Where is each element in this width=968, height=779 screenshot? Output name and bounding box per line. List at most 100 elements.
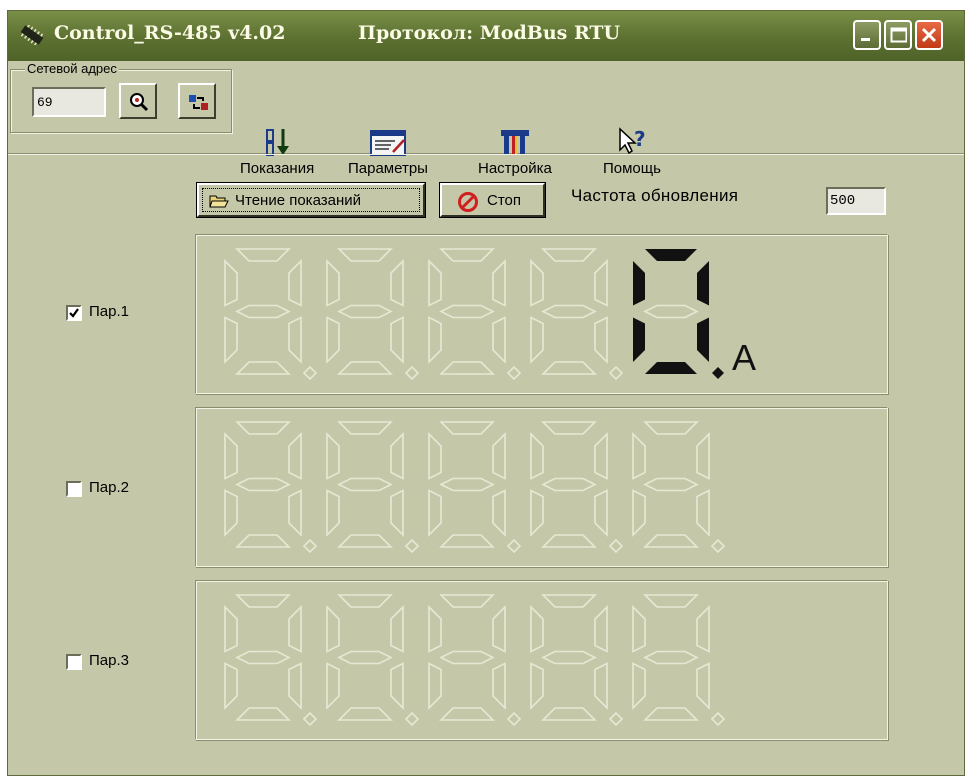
segment-e	[326, 316, 340, 364]
param-2-label: Пар.2	[89, 479, 129, 496]
segment-g	[541, 650, 597, 665]
connect-button[interactable]	[178, 83, 216, 119]
magnifier-icon	[130, 93, 149, 112]
param-1-label: Пар.1	[89, 303, 129, 320]
segment-e	[224, 489, 238, 537]
segment-f	[530, 432, 544, 480]
param-3-checkbox[interactable]	[66, 654, 82, 670]
settings-tools-icon	[500, 130, 529, 155]
app-window: Control_RS-485 v4.02 Протокол: ModBus RT…	[7, 10, 965, 776]
segment-c	[697, 317, 709, 362]
segment-b	[390, 605, 404, 653]
segment-f	[224, 605, 238, 653]
segment-e	[530, 316, 544, 364]
segment-c	[492, 489, 506, 537]
param-3-label: Пар.3	[89, 652, 129, 669]
refresh-rate-input[interactable]: 500	[826, 187, 886, 215]
segment-d	[235, 534, 291, 548]
segment-a	[643, 594, 699, 608]
segment-c	[288, 662, 302, 710]
minimize-button[interactable]	[853, 20, 881, 50]
segment-a	[541, 594, 597, 608]
decimal-point	[506, 538, 522, 554]
segment-e	[224, 316, 238, 364]
param-1-checkbox[interactable]	[66, 305, 82, 321]
display-panel-2	[195, 407, 888, 567]
segment-a	[337, 248, 393, 262]
segment-g	[541, 304, 597, 319]
segment-a	[235, 421, 291, 435]
stop-label: Стоп	[487, 192, 521, 209]
maximize-button[interactable]	[884, 20, 912, 50]
toolbar: Сетевой адрес Показания Параметры Настро…	[8, 61, 964, 177]
segment-d	[439, 534, 495, 548]
segment-d	[643, 534, 699, 548]
search-device-button[interactable]	[119, 83, 157, 119]
segment-g	[439, 304, 495, 319]
app-chip-icon	[18, 24, 46, 50]
segment-b	[594, 432, 608, 480]
network-address-input[interactable]: 69	[32, 87, 106, 117]
segment-g	[235, 304, 291, 319]
seven-segment-display-3	[224, 594, 726, 727]
maximize-icon	[890, 27, 907, 43]
segment-d	[541, 361, 597, 375]
decimal-point	[710, 538, 726, 554]
decimal-point	[404, 365, 420, 381]
param-2-checkbox[interactable]	[66, 481, 82, 497]
segment-a	[235, 248, 291, 262]
segment-a	[541, 248, 597, 262]
segment-a	[337, 421, 393, 435]
segment-c	[594, 316, 608, 364]
close-button[interactable]	[915, 20, 943, 50]
stop-button[interactable]: Стоп	[439, 182, 546, 218]
segment-d	[541, 534, 597, 548]
segment-g	[235, 477, 291, 492]
segment-e	[633, 317, 645, 362]
segment-d	[337, 534, 393, 548]
segment-b	[697, 261, 709, 306]
decimal-point	[506, 365, 522, 381]
segment-f	[326, 259, 340, 307]
segment-e	[428, 662, 442, 710]
decimal-point	[302, 538, 318, 554]
segment-d	[337, 361, 393, 375]
segment-d	[337, 707, 393, 721]
read-readings-button[interactable]: Чтение показаний	[196, 182, 426, 218]
segment-b	[390, 432, 404, 480]
segment-b	[492, 605, 506, 653]
seven-segment-display-1	[224, 248, 724, 381]
segment-d	[643, 707, 699, 721]
seven-segment-display-2	[224, 421, 726, 554]
segment-c	[390, 316, 404, 364]
segment-c	[390, 489, 404, 537]
help-pointer-icon: ?	[619, 127, 646, 155]
segment-g	[439, 650, 495, 665]
decimal-point	[404, 538, 420, 554]
segment-d	[645, 362, 697, 374]
segment-b	[696, 605, 710, 653]
title-bar[interactable]: Control_RS-485 v4.02 Протокол: ModBus RT…	[8, 11, 964, 61]
segment-e	[632, 662, 646, 710]
segment-d	[439, 707, 495, 721]
checkmark-icon	[69, 308, 79, 318]
network-address-label: Сетевой адрес	[25, 61, 119, 76]
segment-c	[594, 489, 608, 537]
segment-g	[235, 650, 291, 665]
stop-icon	[458, 192, 478, 212]
segment-e	[326, 662, 340, 710]
segment-g	[541, 477, 597, 492]
decimal-point	[608, 538, 624, 554]
segment-a	[645, 249, 697, 261]
segment-e	[530, 662, 544, 710]
segment-f	[530, 605, 544, 653]
minimize-icon	[861, 38, 870, 41]
segment-g	[337, 477, 393, 492]
protocol-label: Протокол: ModBus RTU	[358, 22, 621, 44]
refresh-rate-label: Частота обновления	[571, 186, 739, 205]
main-content: Чтение показаний Стоп Частота обновления…	[11, 158, 961, 773]
segment-d	[235, 707, 291, 721]
segment-d	[439, 361, 495, 375]
parameters-icon	[369, 130, 406, 156]
segment-b	[594, 605, 608, 653]
